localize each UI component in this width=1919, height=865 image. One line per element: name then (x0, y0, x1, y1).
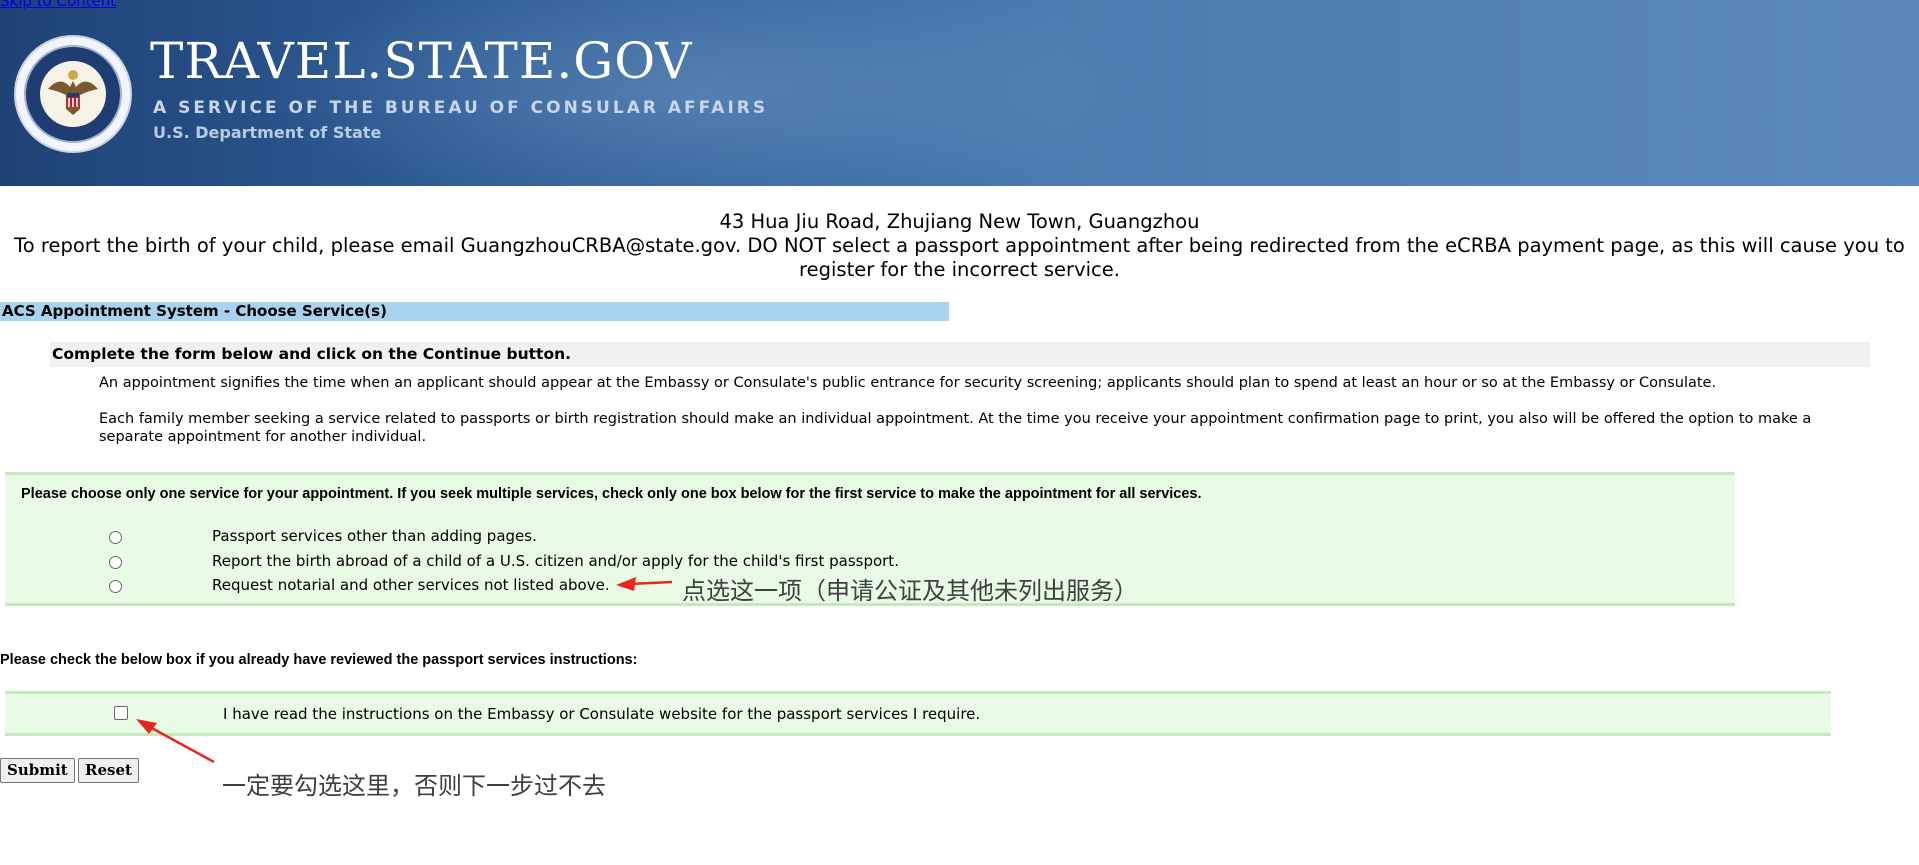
department-name: U.S. Department of State (153, 123, 382, 142)
instructions-read-checkbox[interactable] (114, 706, 128, 720)
service-option-crba-label: Report the birth abroad of a child of a … (212, 552, 899, 570)
eagle-emblem-icon (48, 70, 98, 115)
instructions-heading: Complete the form below and click on the… (50, 342, 1870, 367)
submit-button[interactable]: Submit (0, 758, 75, 783)
service-option-notarial-label: Request notarial and other services not … (212, 576, 610, 594)
site-title[interactable]: TRAVEL.STATE.GOV (150, 32, 692, 90)
crba-notice: To report the birth of your child, pleas… (14, 234, 1905, 281)
banner-glow (250, 0, 1150, 186)
seal-center (40, 61, 106, 127)
review-prompt: Please check the below box if you alread… (0, 652, 638, 668)
service-option-passport-label: Passport services other than adding page… (212, 527, 537, 545)
seal-ring (24, 45, 122, 143)
instructions-paragraph-1: An appointment signifies the time when a… (99, 375, 1717, 391)
site-subtitle: A SERVICE OF THE BUREAU OF CONSULAR AFFA… (153, 98, 769, 118)
instructions-paragraph-2: Each family member seeking a service rel… (99, 411, 1812, 445)
service-option-passport-radio[interactable] (109, 531, 122, 544)
site-header-banner: TRAVEL.STATE.GOV A SERVICE OF THE BUREAU… (0, 0, 1919, 186)
service-choice-prompt: Please choose only one service for your … (21, 486, 1202, 502)
post-address: 43 Hua Jiu Road, Zhujiang New Town, Guan… (719, 210, 1200, 233)
service-option-notarial-radio[interactable] (109, 580, 122, 593)
section-title: ACS Appointment System - Choose Service(… (0, 302, 949, 321)
notice-block: 43 Hua Jiu Road, Zhujiang New Town, Guan… (0, 210, 1919, 282)
department-of-state-seal-icon (14, 35, 132, 153)
service-option-crba-radio[interactable] (109, 556, 122, 569)
option-annotation: 点选这一项（申请公证及其他未列出服务） (682, 577, 1138, 605)
checkbox-annotation: 一定要勾选这里，否则下一步过不去 (222, 772, 606, 800)
skip-to-content-link[interactable]: Skip to Content (0, 0, 116, 10)
reset-button[interactable]: Reset (78, 758, 139, 783)
instructions-read-label: I have read the instructions on the Emba… (223, 705, 981, 723)
